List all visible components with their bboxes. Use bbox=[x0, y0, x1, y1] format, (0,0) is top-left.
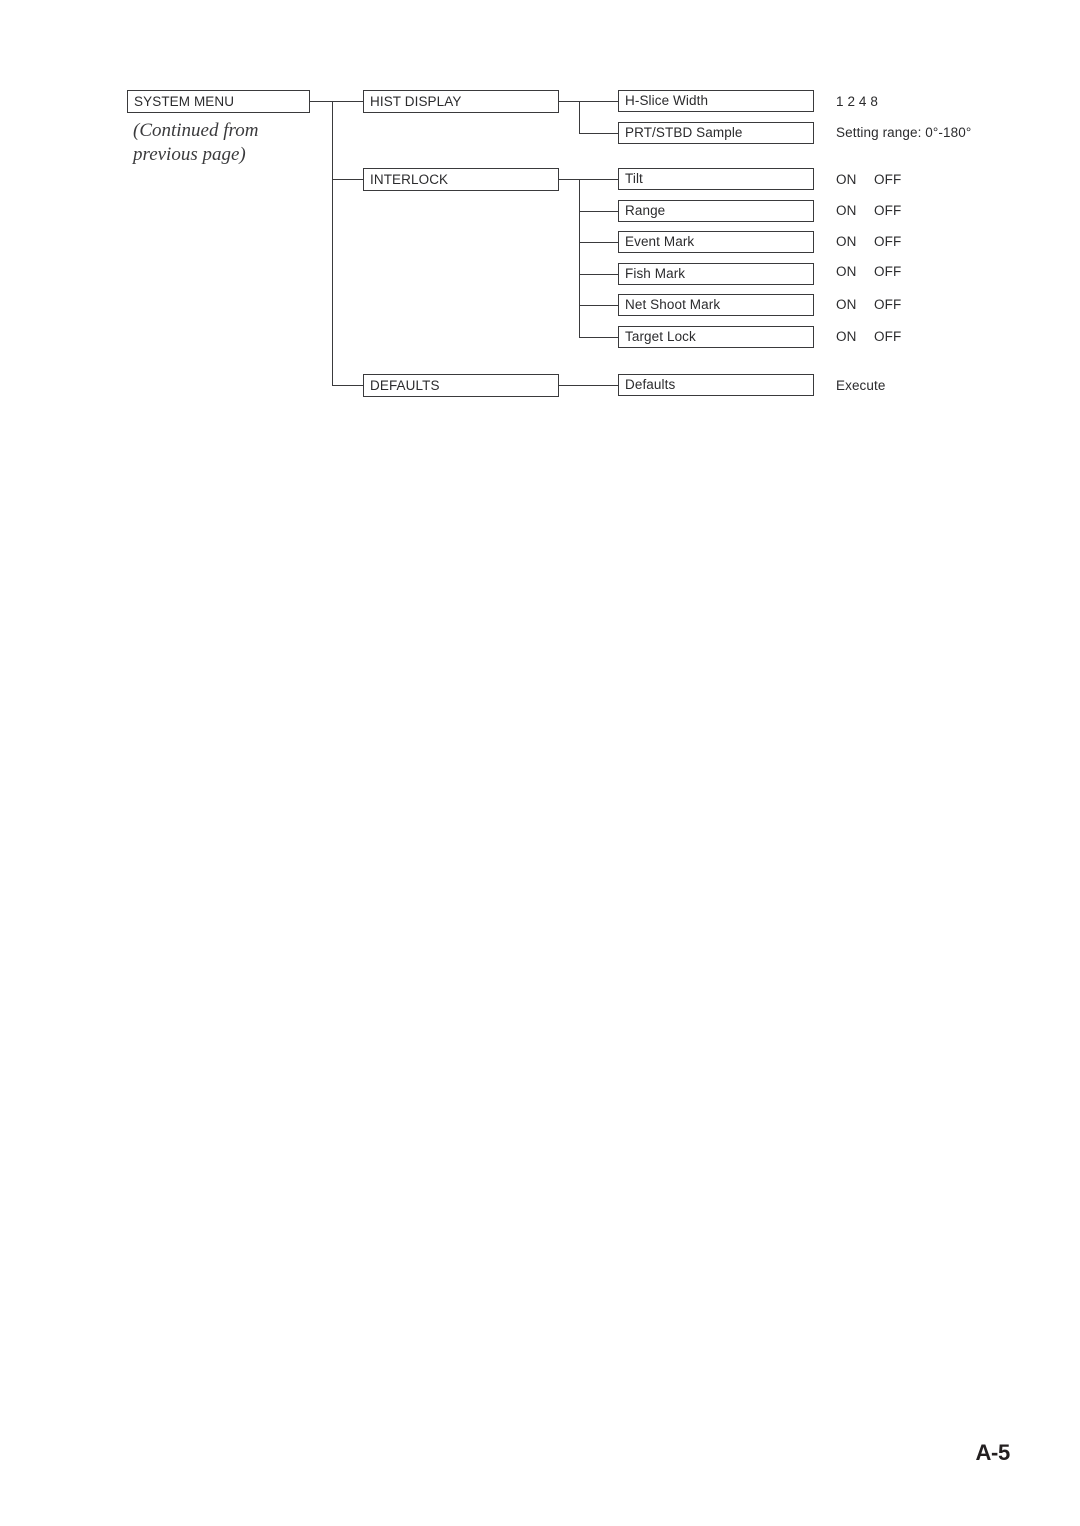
value-defaults-execute: Execute bbox=[836, 379, 885, 393]
value-range-off: OFF bbox=[874, 203, 902, 218]
manual-page: SYSTEM MENU (Continued from previous pag… bbox=[0, 0, 1080, 1526]
node-defaults-item-label: Defaults bbox=[625, 377, 676, 393]
value-tilt-on: ON bbox=[836, 172, 857, 187]
connector-trunk-to-hist-display bbox=[332, 101, 364, 103]
node-system-menu-label: SYSTEM MENU bbox=[134, 93, 235, 109]
connector-hist-to-h-slice-width bbox=[579, 101, 619, 103]
node-net-shoot-mark-label: Net Shoot Mark bbox=[625, 297, 721, 313]
connector-hist-to-prt-stbd-sample bbox=[579, 133, 619, 135]
value-target-lock-off: OFF bbox=[874, 329, 902, 344]
node-tilt[interactable]: Tilt bbox=[618, 168, 814, 190]
node-h-slice-width[interactable]: H-Slice Width bbox=[618, 90, 814, 112]
value-range-on: ON bbox=[836, 203, 857, 218]
node-target-lock[interactable]: Target Lock bbox=[618, 326, 814, 348]
node-defaults-label: DEFAULTS bbox=[370, 377, 440, 393]
connector-interlock-to-event-mark bbox=[579, 242, 619, 244]
value-h-slice-width: 1 2 4 8 bbox=[836, 95, 878, 109]
connector-trunk-to-interlock bbox=[332, 179, 364, 181]
node-hist-display-label: HIST DISPLAY bbox=[370, 93, 462, 109]
connector-interlock-spine bbox=[579, 179, 581, 337]
connector-interlock-to-fish-mark bbox=[579, 274, 619, 276]
continued-from-note-line1: (Continued from bbox=[133, 120, 259, 141]
value-net-shoot-mark-on: ON bbox=[836, 297, 857, 312]
value-prt-stbd-sample: Setting range: 0°-180° bbox=[836, 126, 971, 140]
value-fish-mark-off: OFF bbox=[874, 264, 902, 279]
connector-hist-display-stub bbox=[559, 101, 581, 103]
value-net-shoot-mark-off: OFF bbox=[874, 297, 902, 312]
connector-trunk-to-defaults bbox=[332, 385, 364, 387]
node-hist-display[interactable]: HIST DISPLAY bbox=[363, 90, 559, 113]
node-net-shoot-mark[interactable]: Net Shoot Mark bbox=[618, 294, 814, 316]
connector-interlock-to-net-shoot-mark bbox=[579, 305, 619, 307]
value-fish-mark: ON OFF bbox=[836, 265, 901, 279]
node-prt-stbd-sample[interactable]: PRT/STBD Sample bbox=[618, 122, 814, 144]
node-defaults-item[interactable]: Defaults bbox=[618, 374, 814, 396]
node-interlock-label: INTERLOCK bbox=[370, 171, 449, 187]
value-tilt: ON OFF bbox=[836, 173, 901, 187]
value-defaults-execute-text: Execute bbox=[836, 378, 886, 393]
value-h-slice-width-text: 1 2 4 8 bbox=[836, 94, 878, 109]
value-range: ON OFF bbox=[836, 204, 901, 218]
connector-defaults-to-defaults-item bbox=[559, 385, 619, 387]
connector-hist-display-spine bbox=[579, 101, 581, 133]
value-event-mark-on: ON bbox=[836, 234, 857, 249]
value-event-mark-off: OFF bbox=[874, 234, 902, 249]
connector-interlock-to-range bbox=[579, 211, 619, 213]
node-range-label: Range bbox=[625, 203, 666, 219]
node-fish-mark-label: Fish Mark bbox=[625, 266, 686, 282]
value-prt-stbd-sample-text: Setting range: 0°-180° bbox=[836, 125, 972, 140]
node-defaults[interactable]: DEFAULTS bbox=[363, 374, 559, 397]
value-net-shoot-mark: ON OFF bbox=[836, 298, 901, 312]
node-system-menu[interactable]: SYSTEM MENU bbox=[127, 90, 310, 113]
connector-interlock-to-target-lock bbox=[579, 337, 619, 339]
node-tilt-label: Tilt bbox=[625, 171, 643, 187]
value-target-lock: ON OFF bbox=[836, 330, 901, 344]
node-event-mark[interactable]: Event Mark bbox=[618, 231, 814, 253]
value-fish-mark-on: ON bbox=[836, 264, 857, 279]
node-event-mark-label: Event Mark bbox=[625, 234, 695, 250]
node-h-slice-width-label: H-Slice Width bbox=[625, 93, 709, 109]
connector-root-stub bbox=[310, 101, 333, 103]
node-range[interactable]: Range bbox=[618, 200, 814, 222]
continued-from-note: (Continued from previous page) bbox=[133, 119, 333, 167]
value-event-mark: ON OFF bbox=[836, 235, 901, 249]
value-target-lock-on: ON bbox=[836, 329, 857, 344]
value-tilt-off: OFF bbox=[874, 172, 902, 187]
node-fish-mark[interactable]: Fish Mark bbox=[618, 263, 814, 285]
node-interlock[interactable]: INTERLOCK bbox=[363, 168, 559, 191]
connector-interlock-stub bbox=[559, 179, 581, 181]
node-target-lock-label: Target Lock bbox=[625, 329, 696, 345]
continued-from-note-line2: previous page) bbox=[133, 143, 246, 165]
page-number: A-5 bbox=[975, 1440, 1010, 1465]
connector-trunk-vertical bbox=[332, 101, 334, 386]
node-prt-stbd-sample-label: PRT/STBD Sample bbox=[625, 125, 743, 141]
connector-interlock-to-tilt bbox=[579, 179, 619, 181]
